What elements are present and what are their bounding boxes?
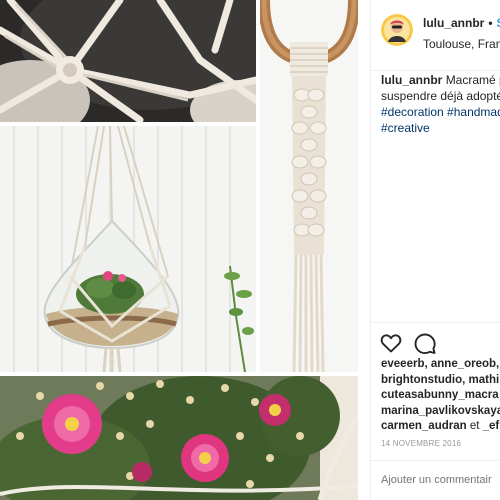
comment-input[interactable] bbox=[381, 474, 500, 486]
liked-by-line4[interactable]: marina_pavlikovskaya bbox=[381, 404, 500, 420]
post-caption: lulu_annbr Macramé p suspendre déjà adop… bbox=[381, 72, 500, 136]
liked-by-line1[interactable]: eveeerb, anne_oreob, bbox=[381, 357, 500, 373]
liked-by: eveeerb, anne_oreob, brightonstudio, mat… bbox=[381, 357, 500, 435]
liked-by-user[interactable]: _ef bbox=[483, 420, 500, 432]
follow-button[interactable]: S bbox=[497, 16, 500, 30]
comment-bar bbox=[371, 460, 500, 500]
post-username[interactable]: lulu_annbr • S bbox=[423, 16, 500, 30]
username-text[interactable]: lulu_annbr bbox=[423, 16, 484, 30]
post-panel: lulu_annbr • S Toulouse, Fran lulu_annbr M… bbox=[370, 0, 500, 500]
post-date: 14 NOVEMBRE 2016 bbox=[381, 439, 462, 448]
macrame-wall-hanging-photo bbox=[260, 0, 358, 372]
liked-by-connector: et bbox=[466, 420, 483, 432]
comment-icon[interactable] bbox=[413, 331, 437, 355]
hashtags-line2[interactable]: #creative bbox=[381, 120, 500, 136]
liked-by-line3[interactable]: cuteasabunny_macra bbox=[381, 388, 500, 404]
hashtags-line1[interactable]: #decoration #handmad bbox=[381, 104, 500, 120]
separator-dot: • bbox=[488, 16, 493, 30]
flowering-cactus-photo bbox=[0, 376, 358, 500]
caption-text-line2: suspendre déjà adopté bbox=[381, 89, 500, 103]
avatar[interactable] bbox=[381, 14, 413, 46]
caption-username[interactable]: lulu_annbr bbox=[381, 73, 442, 87]
caption-text-line1: Macramé p bbox=[445, 73, 500, 87]
macrame-knot-photo bbox=[0, 0, 256, 122]
liked-by-line2[interactable]: brightonstudio, mathi bbox=[381, 373, 500, 389]
heart-icon[interactable] bbox=[379, 331, 403, 355]
post-location[interactable]: Toulouse, Fran bbox=[423, 37, 500, 51]
liked-by-user[interactable]: carmen_audran bbox=[381, 420, 467, 432]
post-header: lulu_annbr • S Toulouse, Fran bbox=[371, 0, 500, 71]
post-image-collage[interactable] bbox=[0, 0, 370, 500]
terrarium-hanger-photo bbox=[0, 126, 256, 372]
